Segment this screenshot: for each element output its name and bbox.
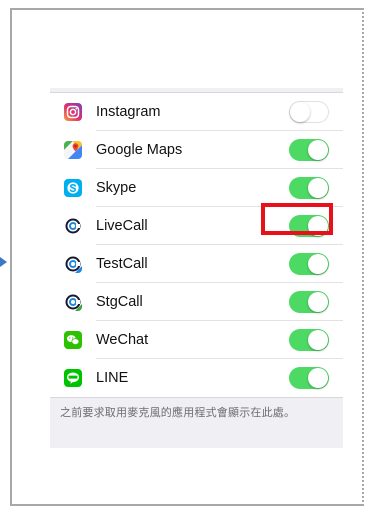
line-icon (64, 369, 82, 387)
app-name-label: LINE (96, 370, 129, 386)
line-mic-toggle[interactable] (289, 367, 329, 389)
app-row-instagram: Instagram (50, 93, 343, 131)
toggle-knob (308, 330, 328, 350)
toggle-knob (308, 292, 328, 312)
livecall-icon (64, 217, 82, 235)
testcall-mic-toggle[interactable] (289, 253, 329, 275)
toggle-knob (308, 178, 328, 198)
app-name-label: WeChat (96, 332, 149, 348)
toggle-knob (308, 254, 328, 274)
instagram-icon (64, 103, 82, 121)
app-name-label: Instagram (96, 104, 161, 120)
app-name-label: LiveCall (96, 218, 148, 234)
toggle-knob (308, 140, 328, 160)
app-row-testcall: TestCall (50, 245, 343, 283)
highlight-box (261, 203, 333, 235)
app-row-wechat: WeChat (50, 321, 343, 359)
toggle-knob (290, 102, 310, 122)
skype-mic-toggle[interactable] (289, 177, 329, 199)
stgcall-mic-toggle[interactable] (289, 291, 329, 313)
toggle-knob (308, 368, 328, 388)
testcall-icon (64, 255, 82, 273)
app-row-google-maps: Google Maps (50, 131, 343, 169)
app-row-line: LINE (50, 359, 343, 397)
app-name-label: Google Maps (96, 142, 183, 158)
app-name-label: Skype (96, 180, 137, 196)
microphone-permissions-panel: Instagram Google Maps Skype LiveCall Tes… (50, 88, 343, 448)
google-maps-icon (64, 141, 82, 159)
app-row-stgcall: StgCall (50, 283, 343, 321)
app-row-livecall: LiveCall (50, 203, 343, 245)
pointer-arrow-icon (0, 257, 7, 267)
instagram-mic-toggle[interactable] (289, 101, 329, 123)
app-permission-list: Instagram Google Maps Skype LiveCall Tes… (50, 92, 343, 398)
google-maps-mic-toggle[interactable] (289, 139, 329, 161)
stgcall-icon (64, 293, 82, 311)
wechat-icon (64, 331, 82, 349)
footer-note: 之前要求取用麥克風的應用程式會顯示在此處。 (60, 407, 296, 419)
wechat-mic-toggle[interactable] (289, 329, 329, 351)
app-name-label: StgCall (96, 294, 143, 310)
app-row-skype: Skype (50, 169, 343, 207)
app-name-label: TestCall (96, 256, 148, 272)
skype-icon (64, 179, 82, 197)
